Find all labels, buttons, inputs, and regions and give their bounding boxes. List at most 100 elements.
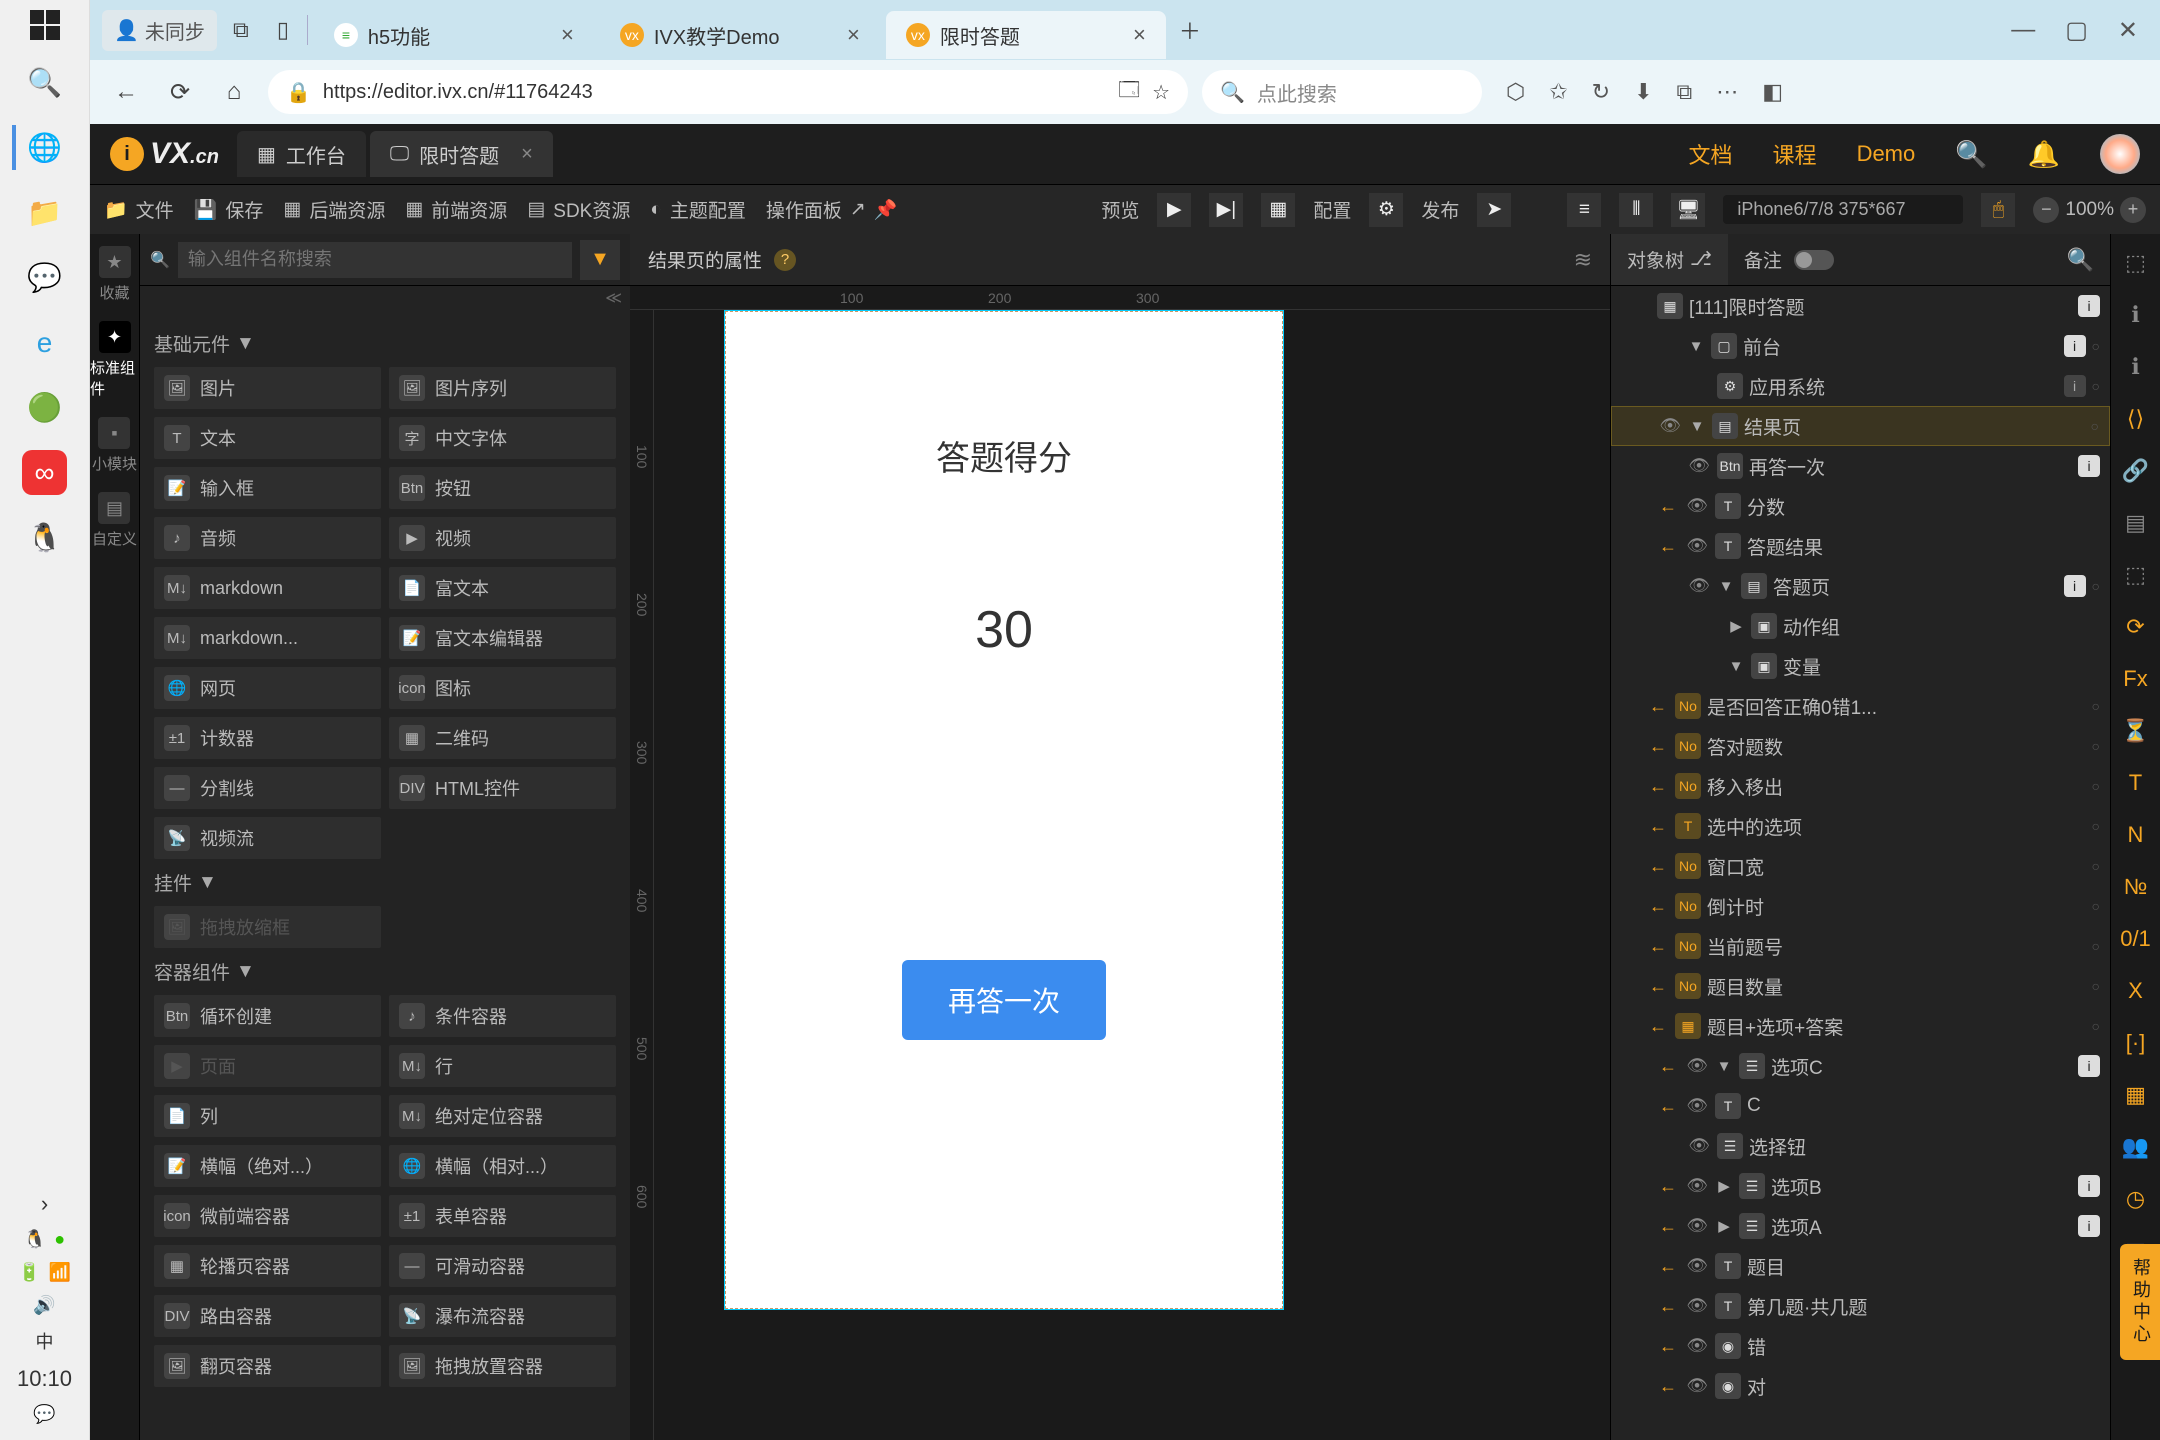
tree-row[interactable]: ←No移入移出○: [1611, 766, 2110, 806]
tree-row[interactable]: 👁☰选择钮: [1611, 1126, 2110, 1166]
bool-icon[interactable]: 0/1: [2121, 924, 2151, 954]
component-item[interactable]: ▶页面: [154, 1045, 381, 1087]
n-icon[interactable]: N: [2121, 820, 2151, 850]
browser-tab-2[interactable]: vx 限时答题 ×: [886, 11, 1166, 59]
zoom-in-icon[interactable]: +: [2120, 197, 2146, 223]
settings-icon[interactable]: ⚙: [1369, 193, 1403, 227]
close-icon[interactable]: ×: [1133, 22, 1146, 48]
layers-icon[interactable]: ≋: [1574, 247, 1592, 273]
wifi-icon[interactable]: 📶: [49, 1262, 71, 1283]
x-icon[interactable]: X: [2121, 976, 2151, 1006]
frontend-button[interactable]: ▦前端资源: [405, 196, 507, 223]
component-item[interactable]: 🖼图片序列: [389, 367, 616, 409]
history-icon[interactable]: ↻: [1592, 79, 1610, 105]
eye-icon[interactable]: 👁: [1687, 576, 1711, 596]
tray-qq-icon[interactable]: 🐧: [24, 1229, 46, 1250]
list-icon[interactable]: ▤: [2121, 508, 2151, 538]
tab-group-icon[interactable]: ▯: [265, 12, 301, 48]
component-item[interactable]: ▶视频: [389, 517, 616, 559]
component-item[interactable]: M↓行: [389, 1045, 616, 1087]
battery-icon[interactable]: 🔋: [18, 1262, 40, 1283]
filter-icon[interactable]: ▼: [580, 240, 620, 280]
tray-wechat-icon[interactable]: ●: [54, 1229, 65, 1250]
tree-row[interactable]: 👁▼▤答题页i○: [1611, 566, 2110, 606]
component-item[interactable]: ♪条件容器: [389, 995, 616, 1037]
back-icon[interactable]: ←: [106, 72, 146, 112]
tree-row[interactable]: ←👁◉错: [1611, 1326, 2110, 1366]
favorites-icon[interactable]: ✩: [1549, 79, 1567, 105]
close-icon[interactable]: ×: [847, 22, 860, 48]
workspace-tab[interactable]: ▦ 工作台: [237, 131, 366, 177]
info-icon[interactable]: i: [2078, 1175, 2100, 1197]
reader-icon[interactable]: 🗔: [1118, 75, 1140, 109]
chevron-icon[interactable]: ▼: [1727, 658, 1745, 675]
minimize-icon[interactable]: ―: [2011, 16, 2035, 45]
maximize-icon[interactable]: ▢: [2065, 16, 2088, 45]
browser-tab-0[interactable]: ≡ h5功能 ×: [314, 11, 594, 59]
component-item[interactable]: 📄列: [154, 1095, 381, 1137]
component-item[interactable]: 📝横幅（绝对...）: [154, 1145, 381, 1187]
tree-row[interactable]: ←👁▼☰选项Ci: [1611, 1046, 2110, 1086]
score-value[interactable]: 30: [755, 600, 1253, 660]
address-bar[interactable]: 🔒 https://editor.ivx.cn/#11764243 🗔 ☆: [268, 70, 1188, 114]
note-tab[interactable]: 备注: [1728, 234, 1850, 285]
zoom-out-icon[interactable]: −: [2033, 197, 2059, 223]
device-select[interactable]: iPhone6/7/8 375*667: [1723, 195, 1963, 224]
eye-icon[interactable]: 👁: [1685, 1376, 1709, 1396]
search-icon[interactable]: 🔍: [1955, 139, 1987, 170]
browser-tab-1[interactable]: vx IVX教学Demo ×: [600, 11, 880, 59]
chevron-icon[interactable]: ▼: [1687, 338, 1705, 355]
sidebar-custom[interactable]: ▤自定义: [92, 492, 137, 549]
widget-section-title[interactable]: 挂件 ▼: [154, 859, 616, 906]
timer-icon[interactable]: ⏳: [2121, 716, 2151, 746]
align-icon[interactable]: ≡: [1567, 193, 1601, 227]
container-section-title[interactable]: 容器组件 ▼: [154, 948, 616, 995]
tree-row[interactable]: ←👁T第几题·共几题: [1611, 1286, 2110, 1326]
file-menu[interactable]: 📁文件: [104, 196, 174, 223]
component-item[interactable]: icon图标: [389, 667, 616, 709]
info-icon[interactable]: i: [2064, 375, 2086, 397]
tree-row[interactable]: ←👁T分数: [1611, 486, 2110, 526]
tree-row[interactable]: 👁▼▤结果页○: [1611, 406, 2110, 446]
chevron-icon[interactable]: ▼: [1717, 578, 1735, 595]
sdk-button[interactable]: ▤SDK资源: [527, 196, 630, 223]
phone-frame[interactable]: 答题得分 30 再答一次: [724, 310, 1284, 1310]
search-icon[interactable]: 🔍: [22, 60, 67, 105]
array-icon[interactable]: [·]: [2121, 1028, 2151, 1058]
volume-icon[interactable]: 🔊: [33, 1295, 55, 1316]
tree-row[interactable]: ←No答对题数○: [1611, 726, 2110, 766]
cube2-icon[interactable]: ⬚: [2121, 560, 2151, 590]
t-icon[interactable]: T: [2121, 768, 2151, 798]
eye-icon[interactable]: 👁: [1685, 1216, 1709, 1236]
tree-row[interactable]: ←No是否回答正确0错1...○: [1611, 686, 2110, 726]
component-item[interactable]: DIVHTML控件: [389, 767, 616, 809]
ivx-logo[interactable]: iVX.cn: [110, 137, 219, 171]
tree-row[interactable]: ←👁T题目: [1611, 1246, 2110, 1286]
help-center-button[interactable]: 帮助中心: [2120, 1244, 2160, 1360]
tree-row[interactable]: ▼▢前台i○: [1611, 326, 2110, 366]
component-item[interactable]: ±1表单容器: [389, 1195, 616, 1237]
component-item[interactable]: 📄富文本: [389, 567, 616, 609]
config-button[interactable]: 配置: [1313, 196, 1351, 223]
browser-search-input[interactable]: 🔍 点此搜索: [1202, 70, 1482, 114]
bell-icon[interactable]: 🔔: [2028, 139, 2060, 170]
note-toggle[interactable]: [1794, 250, 1834, 270]
tree-row[interactable]: ←T选中的选项○: [1611, 806, 2110, 846]
sidebar-favorites[interactable]: ★收藏: [99, 246, 131, 303]
ie-icon[interactable]: e: [22, 320, 67, 365]
eye-icon[interactable]: 👁: [1685, 1056, 1709, 1076]
eye-icon[interactable]: 👁: [1685, 1296, 1709, 1316]
app-icon[interactable]: ∞: [22, 450, 67, 495]
tree-row[interactable]: ←👁▶☰选项Bi: [1611, 1166, 2110, 1206]
component-item[interactable]: Btn循环创建: [154, 995, 381, 1037]
screenshot-icon[interactable]: ⧉: [1677, 79, 1693, 105]
chevron-icon[interactable]: ▶: [1715, 1177, 1733, 1195]
qr-icon[interactable]: ▦: [1261, 193, 1295, 227]
save-button[interactable]: 💾保存: [194, 196, 264, 223]
fx-icon[interactable]: Fx: [2121, 664, 2151, 694]
menu-icon[interactable]: ⋯: [1716, 79, 1738, 105]
no-icon[interactable]: №: [2121, 872, 2151, 902]
tree-row[interactable]: ←👁T答题结果: [1611, 526, 2110, 566]
tree-tab[interactable]: 对象树⎇: [1611, 234, 1728, 285]
edge-icon[interactable]: 🌐: [22, 125, 67, 170]
